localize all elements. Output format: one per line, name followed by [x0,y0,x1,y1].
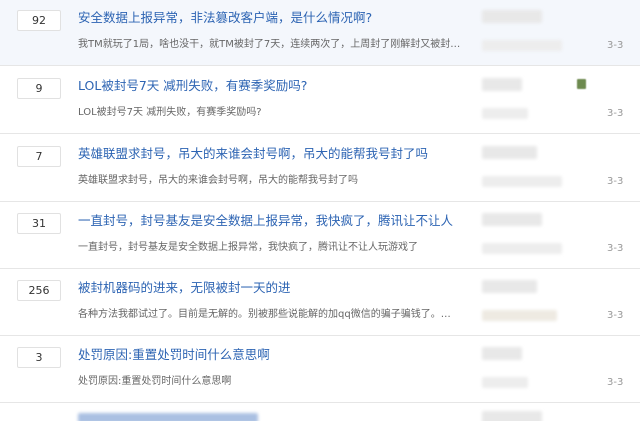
author-name-redacted [482,347,522,360]
thread-list: 92 安全数据上报异常，非法篡改客户端，是什么情况啊? 我TM就玩了1局，啥也没… [0,0,640,421]
thread-time: 3-3 [607,108,624,119]
thread-row[interactable]: 31 一直封号，封号基友是安全数据上报异常，我快疯了，腾讯让不让人 一直封号，封… [0,203,640,269]
thread-row[interactable]: 3 处罚原因:重置处罚时间什么意思啊 处罚原因:重置处罚时间什么意思啊 3-3 [0,337,640,403]
reply-count: 256 [17,280,61,301]
reply-count: 9 [17,78,61,99]
thread-abstract: 英雄联盟求封号，吊大的来谁会封号啊，吊大的能帮我号封了吗 [78,175,358,186]
thread-abstract: 处罚原因:重置处罚时间什么意思啊 [78,376,232,387]
thread-time: 3-3 [607,243,624,254]
thread-abstract: 一直封号，封号基友是安全数据上报异常，我快疯了，腾讯让不让人玩游戏了 [78,242,418,253]
reply-count: 7 [17,146,61,167]
reply-count: 3 [17,347,61,368]
thread-row[interactable]: 7 英雄联盟求封号，吊大的来谁会封号啊，吊大的能帮我号封了吗 英雄联盟求封号，吊… [0,136,640,202]
user-level-badge-icon [577,79,586,89]
author-name-redacted [482,280,537,293]
last-reply-author-redacted [482,108,528,119]
thread-row[interactable]: 9 LOL被封号7天 减刑失败，有赛季奖励吗? LOL被封号7天 减刑失败，有赛… [0,68,640,134]
author-name-redacted [482,411,542,421]
last-reply-author-redacted [482,377,528,388]
thread-title-link[interactable]: LOL被封号7天 减刑失败，有赛季奖励吗? [78,77,307,95]
last-reply-author-redacted [482,176,562,187]
thread-time: 3-3 [607,40,624,51]
author-name-redacted [482,78,522,91]
thread-title-link[interactable]: 一直封号，封号基友是安全数据上报异常，我快疯了，腾讯让不让人 [78,212,453,230]
thread-row[interactable]: 256 被封机器码的进来，无限被封一天的进 各种方法我都试过了。目前是无解的。别… [0,270,640,336]
author-name-redacted [482,146,537,159]
thread-title-link[interactable]: 处罚原因:重置处罚时间什么意思啊 [78,346,270,364]
reply-count: 31 [17,213,61,234]
thread-time: 3-3 [607,310,624,321]
last-reply-author-redacted [482,243,562,254]
author-name-redacted [482,10,542,23]
thread-time: 3-3 [607,377,624,388]
thread-abstract: LOL被封号7天 减刑失败，有赛季奖励吗? [78,107,262,118]
thread-abstract: 我TM就玩了1局，啥也没干，就TM被封了7天，连续两次了，上周封了刚解封又被封… [78,39,461,50]
last-reply-author-redacted [482,40,562,51]
thread-row[interactable]: 92 安全数据上报异常，非法篡改客户端，是什么情况啊? 我TM就玩了1局，啥也没… [0,0,640,66]
thread-title-partial-redacted[interactable] [78,413,258,421]
thread-abstract: 各种方法我都试过了。目前是无解的。别被那些说能解的加qq微信的骗子骗钱了。… [78,309,451,320]
thread-title-link[interactable]: 安全数据上报异常，非法篡改客户端，是什么情况啊? [78,9,372,27]
author-name-redacted [482,213,542,226]
last-reply-author-redacted [482,310,557,321]
reply-count: 92 [17,10,61,31]
thread-title-link[interactable]: 英雄联盟求封号，吊大的来谁会封号啊，吊大的能帮我号封了吗 [78,145,428,163]
thread-title-link[interactable]: 被封机器码的进来，无限被封一天的进 [78,279,291,297]
thread-time: 3-3 [607,176,624,187]
